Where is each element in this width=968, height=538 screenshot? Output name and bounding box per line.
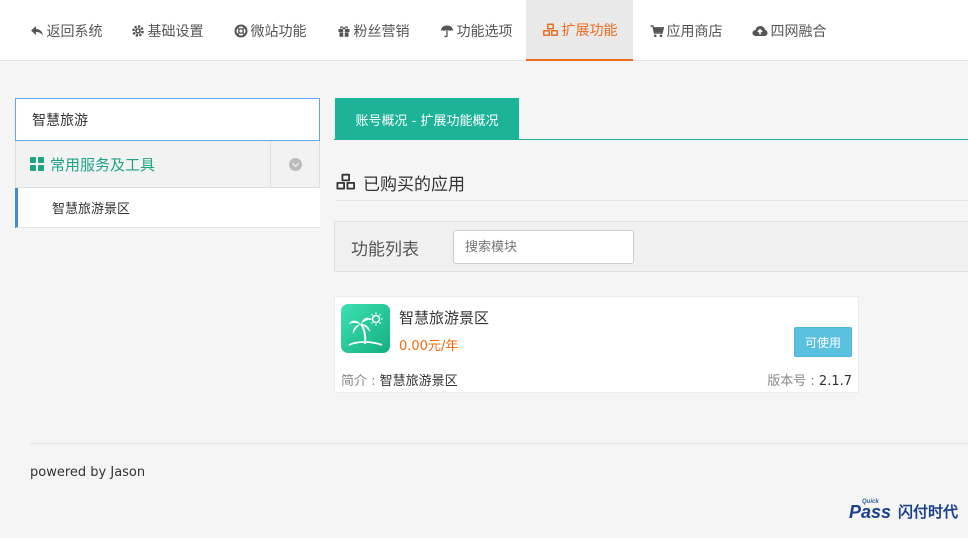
nav-extension-features[interactable]: 扩展功能: [526, 0, 633, 61]
sidebar-group-header[interactable]: 常用服务及工具: [15, 141, 320, 188]
group-collapse-toggle[interactable]: [270, 141, 320, 187]
app-use-button[interactable]: 可使用: [794, 327, 852, 357]
app-description: 简介 : 智慧旅游景区: [341, 374, 458, 389]
sidebar-item-smart-tourism[interactable]: 智慧旅游景区: [15, 188, 320, 228]
sidebar-group-title: 常用服务及工具: [30, 141, 155, 187]
nav-basic-settings[interactable]: 基础设置: [128, 0, 206, 61]
nav-back-system[interactable]: 返回系统: [28, 0, 104, 61]
umbrella-icon: [440, 24, 454, 38]
brand-logo: Quick Pass 闪付时代: [848, 496, 966, 524]
nav-fan-marketing[interactable]: 粉丝营销: [334, 0, 412, 61]
nav-microsite[interactable]: 微站功能: [230, 0, 310, 61]
svg-text:Pass: Pass: [849, 502, 891, 522]
top-nav: 返回系统 基础设置 微站功能 粉丝营销 功能选项 扩展功能 应用商店 四网融合: [0, 0, 968, 61]
svg-text:闪付时代: 闪付时代: [898, 503, 958, 521]
footer-divider: [30, 443, 968, 444]
section-title: 已购买的应用: [335, 169, 465, 195]
life-ring-icon: [234, 24, 248, 38]
footer-credit: powered by Jason: [30, 465, 146, 480]
gift-icon: [337, 24, 351, 38]
th-large-icon: [30, 157, 44, 171]
app-price: 0.00元/年: [399, 339, 459, 354]
module-search-input[interactable]: [453, 230, 634, 264]
chevron-circle-down-icon: [289, 157, 302, 171]
filter-bar: 功能列表: [334, 221, 968, 272]
app-version: 版本号 : 2.1.7: [767, 374, 852, 389]
sidebar-search-input[interactable]: 智慧旅游: [15, 98, 320, 141]
nav-four-network[interactable]: 四网融合: [749, 0, 829, 61]
app-card: 智慧旅游景区 0.00元/年 可使用 简介 : 智慧旅游景区 版本号 : 2.1…: [334, 296, 859, 393]
tab-account-overview[interactable]: 账号概况 - 扩展功能概况: [335, 98, 519, 140]
gear-icon: [131, 24, 145, 38]
cubes-icon: [542, 23, 559, 37]
nav-feature-options[interactable]: 功能选项: [436, 0, 516, 61]
reply-icon: [30, 24, 44, 38]
section-divider: [335, 200, 968, 201]
cart-icon: [650, 24, 664, 38]
nav-app-store[interactable]: 应用商店: [646, 0, 726, 61]
palm-tree-app-icon: [341, 304, 390, 353]
cloud-upload-icon: [752, 24, 768, 38]
filter-label: 功能列表: [351, 239, 419, 260]
app-name: 智慧旅游景区: [399, 309, 490, 327]
cubes-icon: [335, 173, 357, 191]
